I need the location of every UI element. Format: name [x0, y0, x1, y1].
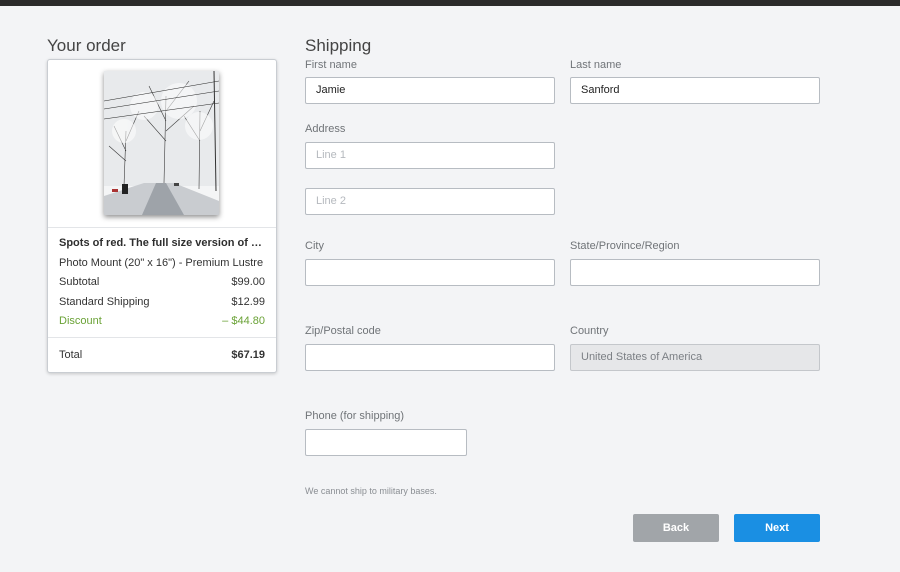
product-thumbnail: [104, 71, 219, 215]
address-line2-input[interactable]: Line 2: [305, 188, 555, 215]
state-label: State/Province/Region: [570, 240, 680, 252]
country-select[interactable]: United States of America: [570, 344, 820, 371]
total-value: $67.19: [231, 349, 265, 361]
subtotal-label: Subtotal: [59, 276, 100, 288]
military-bases-note: We cannot ship to military bases.: [305, 486, 437, 496]
shipping-cost-row: Standard Shipping $12.99: [59, 296, 265, 308]
subtotal-value: $99.00: [231, 276, 265, 288]
state-input[interactable]: [570, 259, 820, 286]
shipping-cost-label: Standard Shipping: [59, 296, 150, 308]
order-heading: Your order: [47, 36, 126, 55]
city-input[interactable]: [305, 259, 555, 286]
country-label: Country: [570, 325, 609, 337]
address-label: Address: [305, 123, 346, 135]
shipping-cost-value: $12.99: [231, 296, 265, 308]
zip-label: Zip/Postal code: [305, 325, 381, 337]
zip-input[interactable]: [305, 344, 555, 371]
divider: [48, 227, 276, 228]
next-button[interactable]: Next: [734, 514, 820, 542]
first-name-label: First name: [305, 59, 357, 71]
first-name-input[interactable]: Jamie: [305, 77, 555, 104]
total-row: Total $67.19: [59, 349, 265, 361]
item-title: Spots of red. The full size version of a…: [59, 237, 267, 249]
order-summary-card: Spots of red. The full size version of a…: [47, 59, 277, 373]
phone-input[interactable]: [305, 429, 467, 456]
city-label: City: [305, 240, 324, 252]
total-label: Total: [59, 349, 83, 361]
top-bar: [0, 0, 900, 6]
discount-row: Discount – $44.80: [59, 315, 265, 327]
discount-value: – $44.80: [222, 315, 265, 327]
phone-label: Phone (for shipping): [305, 410, 405, 422]
last-name-input[interactable]: Sanford: [570, 77, 820, 104]
address-line1-input[interactable]: Line 1: [305, 142, 555, 169]
subtotal-row: Subtotal $99.00: [59, 276, 265, 288]
back-button[interactable]: Back: [633, 514, 719, 542]
shipping-heading: Shipping: [305, 36, 372, 55]
divider: [48, 337, 276, 338]
discount-label: Discount: [59, 315, 102, 327]
last-name-label: Last name: [570, 59, 622, 71]
item-description: Photo Mount (20" x 16") - Premium Lustre: [59, 257, 264, 269]
